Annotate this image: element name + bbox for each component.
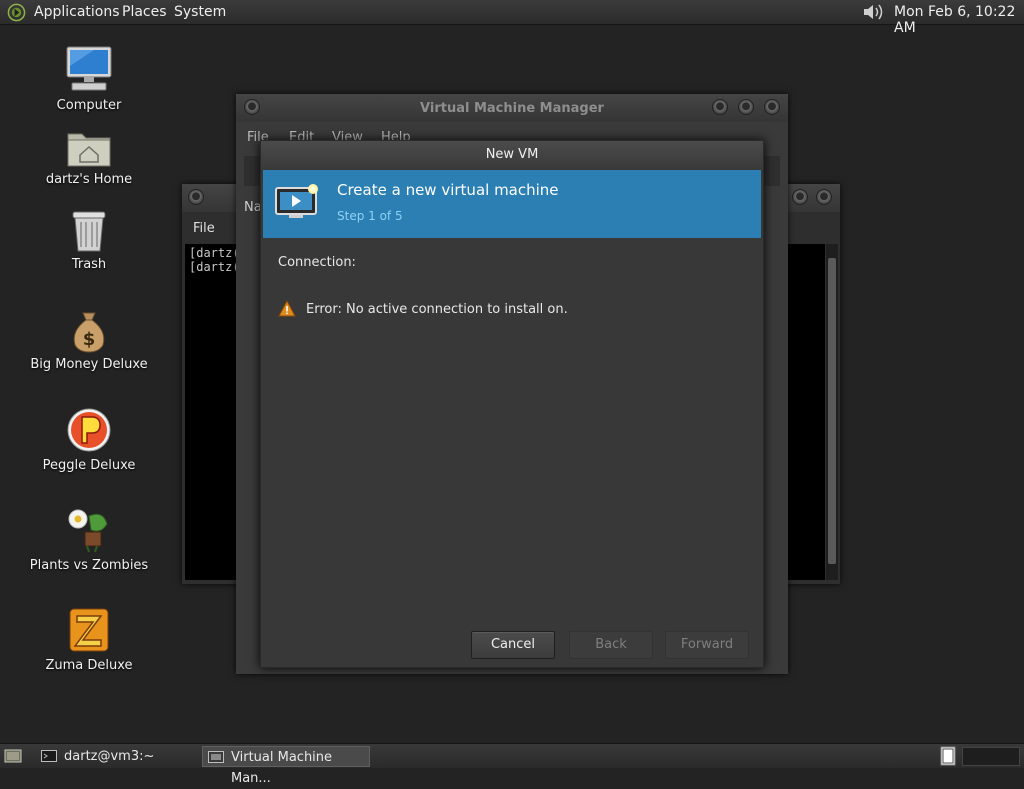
close-button[interactable] <box>764 99 780 115</box>
vmm-icon <box>208 751 224 763</box>
svg-text:$: $ <box>83 329 96 350</box>
dialog-header-title: Create a new virtual machine <box>337 181 559 199</box>
step-indicator: Step 1 of 5 <box>337 209 403 223</box>
desktop-icon-label: dartz's Home <box>45 172 133 187</box>
clock[interactable]: Mon Feb 6, 10:22 AM <box>894 4 1024 36</box>
desktop-icon-big-money[interactable]: $ Big Money Deluxe <box>18 309 160 372</box>
workspace-switcher-icon[interactable] <box>940 746 956 766</box>
error-message: Error: No active connection to install o… <box>306 302 568 317</box>
terminal-scrollbar[interactable] <box>826 244 838 580</box>
terminal-line: [dartz( <box>189 260 240 274</box>
forward-button[interactable]: Forward <box>665 631 749 659</box>
desktop-icon-home[interactable]: dartz's Home <box>18 128 160 187</box>
money-bag-icon: $ <box>73 312 105 353</box>
taskbar-item-label: Virtual Machine Man... <box>231 750 333 786</box>
zuma-icon <box>69 608 109 652</box>
trash-icon <box>72 211 106 252</box>
dialog-header-banner: Create a new virtual machine Step 1 of 5 <box>263 170 761 238</box>
vmm-window-title: Virtual Machine Manager <box>420 101 604 116</box>
window-menu-button[interactable] <box>188 189 204 205</box>
scrollbar-thumb[interactable] <box>828 258 836 564</box>
peggle-icon <box>67 408 111 452</box>
dialog-titlebar[interactable]: New VM <box>261 141 763 170</box>
places-menu[interactable]: Places <box>122 4 167 20</box>
desktop-icon-label: Zuma Deluxe <box>45 658 133 673</box>
desktop-icon-trash[interactable]: Trash <box>18 209 160 272</box>
computer-icon <box>66 46 112 91</box>
system-menu[interactable]: System <box>174 4 226 20</box>
dialog-title: New VM <box>485 147 539 162</box>
desktop-icon-label: Computer <box>56 98 122 113</box>
plants-vs-zombies-icon <box>68 509 108 553</box>
close-button[interactable] <box>816 189 832 205</box>
show-desktop-icon[interactable] <box>4 748 22 764</box>
new-vm-dialog[interactable]: New VM Create a new virtual machine Step… <box>260 140 764 668</box>
desktop-icon-label: Plants vs Zombies <box>29 558 149 573</box>
vmm-titlebar[interactable]: Virtual Machine Manager <box>236 94 788 122</box>
workspace-area[interactable] <box>962 747 1020 766</box>
terminal-line: [dartz( <box>189 246 240 260</box>
desktop-icon-label: Trash <box>71 257 107 272</box>
desktop-icon-label: Big Money Deluxe <box>30 357 148 372</box>
terminal-icon <box>41 750 57 762</box>
back-button[interactable]: Back <box>569 631 653 659</box>
new-vm-icon <box>275 184 318 218</box>
applications-menu[interactable]: Applications <box>34 4 120 20</box>
desktop-icon-label: Peggle Deluxe <box>42 458 136 473</box>
taskbar-item-terminal[interactable]: dartz@vm3:~ <box>36 746 196 767</box>
desktop-icon-computer[interactable]: Computer <box>18 44 160 113</box>
desktop-icon-pvz[interactable]: Plants vs Zombies <box>18 506 160 573</box>
connection-label: Connection: <box>278 255 356 270</box>
cancel-button[interactable]: Cancel <box>471 631 555 659</box>
desktop-icon-zuma[interactable]: Zuma Deluxe <box>18 606 160 673</box>
desktop-icon-peggle[interactable]: Peggle Deluxe <box>18 406 160 473</box>
taskbar-item-label: dartz@vm3:~ <box>64 749 155 764</box>
minimize-button[interactable] <box>792 189 808 205</box>
minimize-button[interactable] <box>712 99 728 115</box>
warning-icon <box>278 300 296 317</box>
maximize-button[interactable] <box>738 99 754 115</box>
gnome-foot-icon[interactable] <box>7 3 26 22</box>
terminal-file-menu[interactable]: File <box>193 221 215 236</box>
taskbar-item-vmm[interactable]: Virtual Machine Man... <box>202 746 370 786</box>
top-panel: Applications Places System Mon Feb 6, 10… <box>0 0 1024 36</box>
bottom-panel: dartz@vm3:~ Virtual Machine Man... <box>0 743 1024 786</box>
home-folder-icon <box>67 133 111 167</box>
volume-icon[interactable] <box>862 2 886 22</box>
